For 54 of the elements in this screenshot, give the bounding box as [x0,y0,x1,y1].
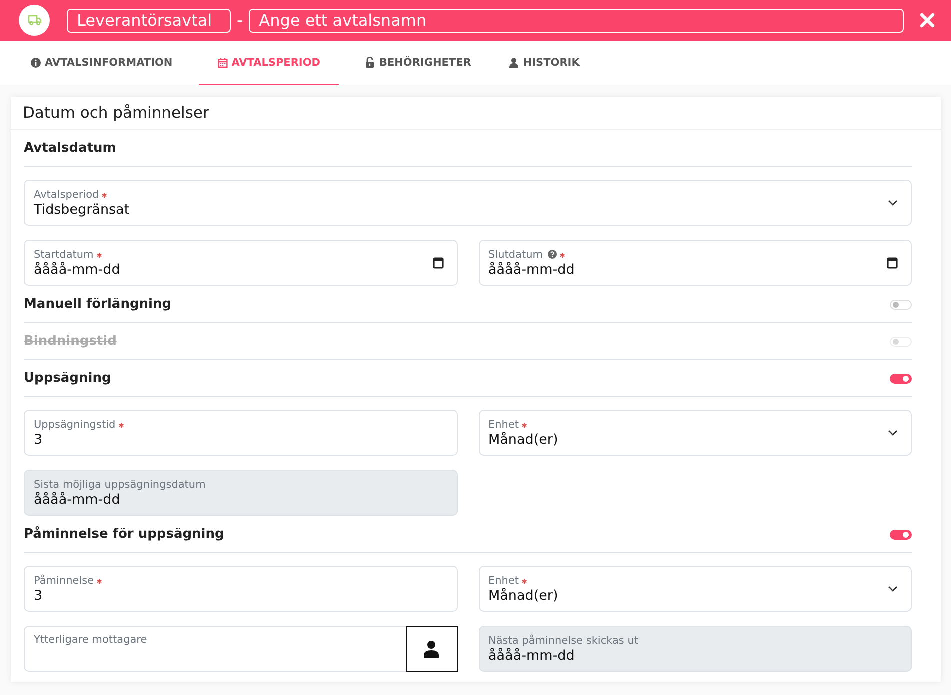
close-button[interactable] [918,11,937,30]
calendar-icon [218,58,228,68]
field-label: Sista möjliga uppsägningsdatum [34,478,206,490]
toggle-switch[interactable] [890,530,912,540]
field-label: Nästa påminnelse skickas ut [488,634,638,646]
select-field[interactable]: Avtalsperiod Tidsbegränsat [24,180,912,226]
section-heading: Avtalsdatum [24,141,116,156]
info-icon [31,58,41,68]
field-value: 3 [34,588,44,604]
date-field[interactable]: Startdatum åååå-mm-dd [24,240,458,286]
field-label: Avtalsperiod [34,188,100,200]
field-value: åååå-mm-dd [34,492,122,508]
field-label: Slutdatum [488,248,543,260]
tab[interactable]: BEHÖRIGHETER [353,41,484,85]
field-label: Påminnelse [34,574,94,586]
text-field[interactable]: Uppsägningstid 3 [24,410,458,456]
select-field[interactable]: Enhet Månad(er) [478,410,912,456]
text-field[interactable]: Påminnelse 3 [24,566,458,612]
close-icon [920,13,935,28]
field-label: Enhet [488,418,520,430]
field-value: Månad(er) [488,432,560,448]
field-value: Månad(er) [488,588,560,604]
section-heading: Påminnelse för uppsägning [24,527,224,542]
field-label: Enhet [488,574,520,586]
chevron-down-icon [888,430,898,436]
field-value: åååå-mm-dd [488,262,576,278]
field-value: 3 [34,432,44,448]
recipient-button[interactable] [406,626,458,672]
field-value: Tidsbegränsat [34,202,131,218]
field-label: Ytterligare mottagare [34,634,148,646]
date-field[interactable]: Slutdatum åååå-mm-dd [478,240,912,286]
field-label: Uppsägningstid [34,418,116,430]
toggle-switch[interactable] [890,374,912,384]
truck-icon [28,15,42,26]
card-title: Datum och påminnelser [11,97,941,130]
recipient-field[interactable]: Ytterligare mottagare [24,626,458,672]
chevron-down-icon [888,200,898,206]
tab[interactable]: AVTALSINFORMATION [19,41,185,85]
select-field[interactable]: Enhet Månad(er) [478,566,912,612]
separator: - [236,10,244,30]
field-value: åååå-mm-dd [34,262,122,278]
person-icon [424,640,439,658]
field-value: åååå-mm-dd [488,648,576,664]
user-icon [509,58,520,68]
unlocked-icon [365,57,376,68]
calendar-icon [432,257,444,269]
tab[interactable]: HISTORIK [497,41,592,85]
calendar-icon [887,257,898,269]
section-heading: Manuell förlängning [24,297,172,312]
chevron-down-icon [888,586,898,592]
section-heading: Bindningstid [24,334,117,349]
section-heading: Uppsägning [24,371,112,386]
name-field[interactable]: Ange ett avtalsnamn [249,8,904,32]
field-label: Startdatum [34,248,94,260]
